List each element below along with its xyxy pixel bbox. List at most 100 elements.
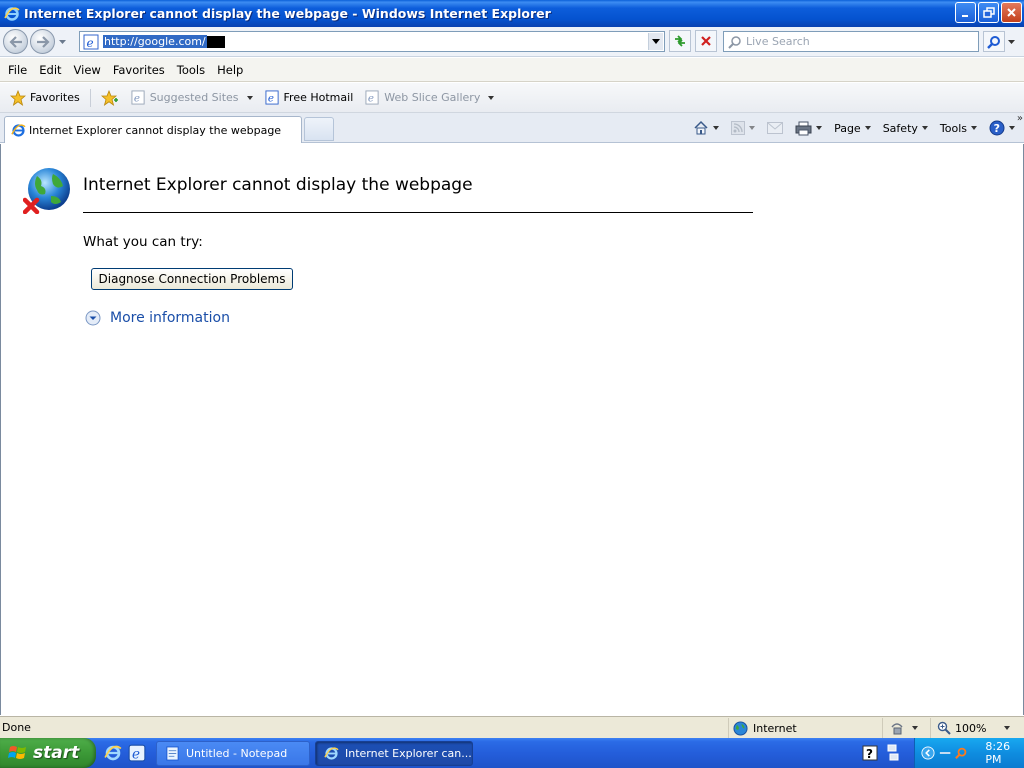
zoom-level: 100% [955, 721, 987, 735]
security-zone[interactable]: Internet [728, 718, 880, 738]
caret-down-icon [713, 126, 720, 130]
forward-button[interactable] [30, 29, 55, 54]
taskbar-notepad-label: Untitled - Notepad [186, 747, 288, 760]
favorites-button[interactable]: Favorites [4, 89, 86, 106]
tab-row: Internet Explorer cannot display the web… [0, 113, 1024, 143]
ie-logo-icon [4, 6, 20, 21]
search-icon [987, 35, 1000, 49]
free-hotmail-label: Free Hotmail [283, 91, 354, 104]
live-search-icon [728, 35, 741, 49]
menu-bar: File Edit View Favorites Tools Help [0, 58, 1024, 82]
search-box[interactable]: Live Search [723, 31, 979, 52]
refresh-icon [675, 35, 685, 47]
menu-view[interactable]: View [68, 63, 107, 77]
favorite-free-hotmail[interactable]: e Free Hotmail [259, 90, 360, 105]
print-button[interactable] [790, 117, 827, 139]
menu-edit[interactable]: Edit [33, 63, 67, 77]
ie-alt-quicklaunch-icon[interactable]: e [128, 744, 146, 762]
favorites-label: Favorites [30, 91, 80, 104]
printer-icon [795, 121, 812, 135]
recent-pages-dropdown-icon[interactable] [58, 37, 67, 46]
menu-favorites[interactable]: Favorites [107, 63, 171, 77]
search-button[interactable] [983, 31, 1005, 52]
new-tab-button[interactable] [304, 117, 334, 141]
home-icon [694, 120, 708, 135]
svg-text:e: e [132, 747, 140, 762]
help-question-icon: ? [989, 120, 1005, 136]
caret-down-icon [864, 126, 871, 130]
address-bar[interactable]: e http://google.com/ [79, 31, 665, 52]
address-dropdown-button[interactable] [648, 33, 663, 50]
tab-current[interactable]: Internet Explorer cannot display the web… [4, 116, 302, 143]
svg-text:e: e [87, 36, 94, 50]
minimize-icon [962, 15, 968, 17]
stop-button[interactable] [695, 30, 717, 52]
caret-down-icon [971, 126, 977, 130]
close-button[interactable] [1001, 2, 1022, 23]
ie-quicklaunch-icon[interactable] [104, 744, 122, 762]
diagnose-connection-problems-button[interactable]: Diagnose Connection Problems [91, 268, 293, 290]
ie-logo-icon [11, 123, 26, 137]
expand-chevron-down-icon [85, 310, 101, 326]
feeds-button[interactable] [726, 117, 760, 139]
menu-help[interactable]: Help [211, 63, 249, 77]
add-to-favorites-bar-button[interactable] [95, 89, 125, 106]
text-selection-cursor [206, 35, 225, 48]
suggested-sites-label: Suggested Sites [149, 91, 239, 104]
taskbar-item-ie[interactable]: Internet Explorer can... [315, 741, 473, 766]
favorite-suggested-sites[interactable]: e Suggested Sites [125, 90, 259, 105]
ie-page-icon: e [131, 90, 145, 105]
minimize-button[interactable] [955, 2, 976, 23]
menu-file[interactable]: File [2, 63, 33, 77]
heading-divider [83, 212, 753, 213]
error-globe-icon [23, 168, 70, 214]
title-bar[interactable]: Internet Explorer cannot display the web… [0, 0, 1024, 27]
protected-mode-indicator[interactable] [882, 718, 926, 738]
search-placeholder: Live Search [746, 35, 810, 48]
help-menu[interactable]: ? [984, 117, 1020, 139]
tab-title: Internet Explorer cannot display the web… [29, 123, 282, 137]
start-button[interactable]: start [0, 738, 96, 768]
search-options-dropdown-icon[interactable] [1007, 37, 1016, 46]
web-slice-gallery-label: Web Slice Gallery [384, 91, 481, 104]
zone-label: Internet [753, 721, 797, 735]
menu-tools[interactable]: Tools [171, 63, 211, 77]
network-connection-tray-icon[interactable] [886, 744, 900, 762]
tools-menu-label: Tools [939, 121, 967, 135]
favorites-star-icon [10, 89, 26, 106]
page-menu[interactable]: Page [829, 117, 876, 139]
ie-page-icon: e [83, 34, 99, 50]
tools-menu[interactable]: Tools [935, 117, 982, 139]
home-button[interactable] [688, 117, 724, 139]
back-button[interactable] [3, 29, 28, 54]
read-mail-button[interactable] [762, 117, 788, 139]
refresh-button[interactable] [669, 30, 691, 52]
stop-x-icon [701, 36, 711, 46]
url-text[interactable]: http://google.com/ [103, 35, 207, 48]
favorite-web-slice-gallery[interactable]: e Web Slice Gallery [359, 90, 500, 105]
ie-logo-icon [324, 747, 339, 760]
search-tray-icon[interactable] [955, 746, 967, 760]
what-you-can-try-text: What you can try: [83, 234, 203, 250]
add-favorite-star-icon [100, 89, 118, 106]
restore-button[interactable] [978, 2, 999, 23]
chevron-down-icon [652, 38, 660, 44]
safety-menu[interactable]: Safety [878, 117, 933, 139]
toolbar-overflow-chevron-icon[interactable]: » [1017, 113, 1023, 124]
help-tray-icon[interactable]: ? [862, 745, 878, 761]
svg-text:e: e [267, 93, 273, 105]
notepad-icon [166, 746, 179, 761]
system-tray: 8:26 PM [914, 738, 1024, 768]
more-information-link[interactable]: More information [85, 310, 230, 326]
taskbar-item-notepad[interactable]: Untitled - Notepad [156, 741, 310, 766]
page-content: Internet Explorer cannot display the web… [0, 144, 1024, 715]
zoom-control[interactable]: 100% [930, 718, 1024, 738]
windows-flag-icon [8, 746, 26, 759]
close-icon [1007, 8, 1016, 17]
tray-expand-chevron-icon[interactable] [921, 745, 935, 761]
favorites-separator [89, 88, 91, 107]
safety-menu-label: Safety [882, 121, 918, 135]
internet-globe-icon [733, 720, 748, 736]
network-tray-icon[interactable] [939, 747, 951, 759]
navigation-bar: e http://google.com/ Live Search [0, 27, 1024, 57]
